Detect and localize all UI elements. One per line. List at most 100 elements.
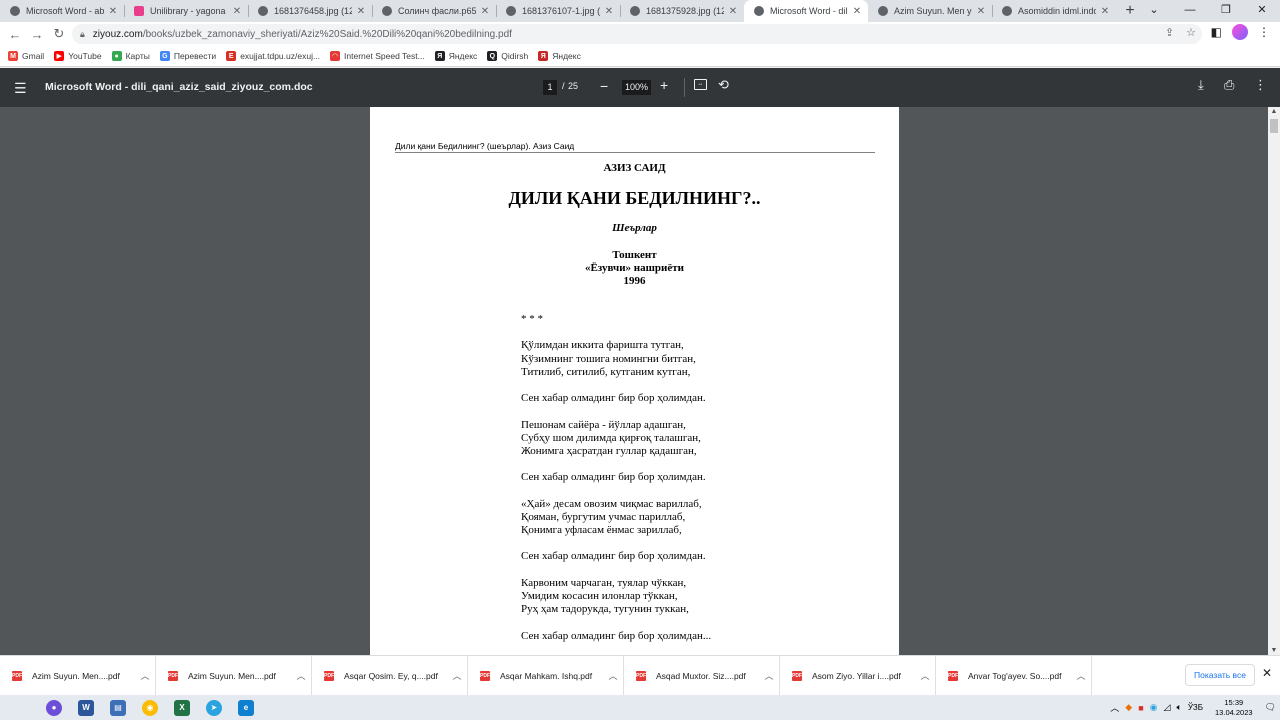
address-bar[interactable]: 🔒︎ ziyouz.com/books/uzbek_zamonaviy_sher… bbox=[72, 24, 1202, 44]
forward-icon[interactable]: → bbox=[26, 23, 48, 45]
chevron-up-icon[interactable]: ︿ bbox=[447, 669, 467, 682]
close-window-icon[interactable]: ✕ bbox=[1244, 0, 1280, 22]
show-all-button[interactable]: Показать все bbox=[1185, 664, 1255, 686]
download-item[interactable]: PDF Azim Suyun. Men....pdf ︿ bbox=[0, 655, 156, 696]
tray-chevron-icon[interactable]: ︿ bbox=[1110, 701, 1119, 714]
browser-tab[interactable]: 1681375928.jpg (1280 ✕ bbox=[620, 0, 744, 22]
chevron-up-icon[interactable]: ︿ bbox=[603, 669, 623, 682]
close-tab-icon[interactable]: ✕ bbox=[976, 6, 986, 17]
zoom-in-icon[interactable]: + bbox=[660, 77, 668, 93]
globe-icon bbox=[258, 6, 268, 16]
rotate-icon[interactable]: ⟲ bbox=[718, 77, 729, 93]
browser-tab[interactable]: Солинч фасли.p65 ✕ bbox=[372, 0, 496, 22]
close-tab-icon[interactable]: ✕ bbox=[604, 6, 614, 17]
poem-line: Титилиб, ситилиб, кутганим кутган, bbox=[521, 365, 691, 378]
chevron-up-icon[interactable]: ︿ bbox=[759, 669, 779, 682]
tab-title: Asomiddin idml.indd bbox=[1018, 6, 1096, 16]
close-tab-icon[interactable]: ✕ bbox=[728, 6, 738, 17]
book-author: АЗИЗ САИД bbox=[603, 162, 666, 174]
zoom-input[interactable]: 100% bbox=[622, 80, 651, 95]
bookmark-label: Qidirsh bbox=[501, 51, 529, 61]
poem-line: Сен хабар олмадинг бир бор ҳолимдан. bbox=[521, 392, 706, 405]
scroll-thumb[interactable] bbox=[1270, 119, 1278, 133]
omnibox-actions: ⇪ ☆ bbox=[1165, 26, 1196, 39]
bookmark-item[interactable]: Я Яндекс bbox=[434, 51, 477, 61]
tray-app-icon[interactable]: ■ bbox=[1138, 703, 1143, 713]
download-icon[interactable]: ⤓ bbox=[1198, 77, 1204, 93]
network-icon[interactable]: ◿ bbox=[1164, 702, 1171, 713]
chevron-up-icon[interactable]: ︿ bbox=[135, 669, 155, 682]
bookmark-item[interactable]: M Gmail bbox=[8, 51, 44, 61]
bookmark-star-icon[interactable]: ☆ bbox=[1186, 26, 1196, 39]
restore-icon[interactable]: ❐ bbox=[1208, 0, 1244, 22]
tray-app-icon[interactable]: ◉ bbox=[1150, 702, 1158, 713]
notifications-icon[interactable]: 🗨︎ bbox=[1265, 702, 1276, 713]
taskbar-app[interactable]: ● bbox=[38, 695, 70, 720]
browser-tab[interactable]: Azim Suyun. Men yerl ✕ bbox=[868, 0, 992, 22]
side-panel-icon[interactable]: ◧ bbox=[1211, 25, 1222, 39]
chevron-down-icon[interactable]: ⌄ bbox=[1136, 0, 1172, 22]
browser-tab[interactable]: Microsoft Word - dili_ ✕ bbox=[744, 0, 868, 22]
taskbar-app[interactable]: X bbox=[166, 695, 198, 720]
share-icon[interactable]: ⇪ bbox=[1165, 26, 1174, 39]
youtube-icon: ▶ bbox=[54, 51, 65, 61]
download-item[interactable]: PDF Asqar Mahkam. Ishq.pdf ︿ bbox=[468, 655, 624, 696]
more-actions-icon[interactable]: ⋮ bbox=[1254, 77, 1267, 93]
download-item[interactable]: PDF Asqar Qosim. Ey, q....pdf ︿ bbox=[312, 655, 468, 696]
bookmark-item[interactable]: Q Qidirsh bbox=[487, 51, 528, 61]
zoom-out-icon[interactable]: − bbox=[600, 78, 608, 94]
bookmark-item[interactable]: Я Яндекс bbox=[538, 51, 581, 61]
bookmark-item[interactable]: ◠ Internet Speed Test... bbox=[330, 51, 425, 61]
language-indicator[interactable]: ЎЗБ bbox=[1188, 703, 1203, 712]
browser-tab[interactable]: 1681376107-1.jpg (12 ✕ bbox=[496, 0, 620, 22]
bookmark-item[interactable]: ● Карты bbox=[111, 51, 150, 61]
bookmark-item[interactable]: Eexujjat.tdpu.uz/exuj... bbox=[226, 51, 320, 61]
minimize-icon[interactable]: — bbox=[1172, 0, 1208, 22]
chevron-up-icon[interactable]: ︿ bbox=[291, 669, 311, 682]
fit-page-icon[interactable]: ↔ bbox=[694, 79, 707, 90]
browser-tab[interactable]: 1681376458.jpg (1280 ✕ bbox=[248, 0, 372, 22]
taskbar-app[interactable]: e bbox=[230, 695, 262, 720]
download-item[interactable]: PDF Asom Ziyo. Yillar i....pdf ︿ bbox=[780, 655, 936, 696]
taskbar-app[interactable]: ◉ bbox=[134, 695, 166, 720]
volume-icon[interactable]: 🔈︎ bbox=[1176, 702, 1181, 713]
chevron-up-icon[interactable]: ︿ bbox=[1071, 669, 1091, 682]
menu-kebab-icon[interactable]: ⋮ bbox=[1258, 25, 1270, 39]
download-item[interactable]: PDF Anvar Tog'ayev. So....pdf ︿ bbox=[936, 655, 1092, 696]
url-text[interactable]: ziyouz.com/books/uzbek_zamonaviy_sheriya… bbox=[93, 29, 512, 40]
bookmark-item[interactable]: ▶ YouTube bbox=[54, 51, 102, 61]
pdf-viewer[interactable]: Дили қани Бедилнинг? (шеърлар). Азиз Саи… bbox=[0, 107, 1280, 655]
download-item[interactable]: PDF Azim Suyun. Men....pdf ︿ bbox=[156, 655, 312, 696]
close-shelf-icon[interactable]: ✕ bbox=[1262, 666, 1272, 680]
taskbar-app[interactable]: ▤ bbox=[102, 695, 134, 720]
scroll-down-icon[interactable]: ▼ bbox=[1268, 647, 1280, 654]
download-item[interactable]: PDF Asqad Muxtor. Siz....pdf ︿ bbox=[624, 655, 780, 696]
taskbar-app[interactable]: ➤ bbox=[198, 695, 230, 720]
profile-avatar[interactable] bbox=[1232, 24, 1248, 40]
close-tab-icon[interactable]: ✕ bbox=[356, 6, 366, 17]
yandex-icon: Я bbox=[434, 51, 445, 61]
close-tab-icon[interactable]: ✕ bbox=[1100, 6, 1110, 17]
back-icon[interactable]: ← bbox=[4, 23, 26, 45]
bookmark-item[interactable]: G Перевести bbox=[159, 51, 216, 61]
page-number-input[interactable]: 1 bbox=[543, 80, 557, 95]
clock[interactable]: 15:39 13.04.2023 bbox=[1215, 698, 1253, 718]
pdf-title: Microsoft Word - dili_qani_aziz_said_ziy… bbox=[45, 81, 313, 93]
tray-app-icon[interactable]: ◆ bbox=[1125, 702, 1132, 713]
print-icon[interactable]: ⎙ bbox=[1224, 77, 1234, 93]
close-tab-icon[interactable]: ✕ bbox=[480, 6, 490, 17]
menu-icon[interactable]: ☰ bbox=[14, 80, 27, 97]
close-tab-icon[interactable]: ✕ bbox=[852, 6, 862, 17]
vertical-scrollbar[interactable]: ▲ ▼ bbox=[1268, 107, 1280, 655]
lock-icon[interactable]: 🔒︎ bbox=[80, 29, 85, 40]
browser-tab[interactable]: Microsoft Word - abid ✕ bbox=[0, 0, 124, 22]
chevron-up-icon[interactable]: ︿ bbox=[915, 669, 935, 682]
exujjat-icon: E bbox=[226, 51, 237, 61]
browser-tab[interactable]: Unilibrary - yagona ele ✕ bbox=[124, 0, 248, 22]
scroll-up-icon[interactable]: ▲ bbox=[1268, 108, 1280, 115]
taskbar-app[interactable]: W bbox=[70, 695, 102, 720]
reload-icon[interactable]: ↻ bbox=[48, 23, 70, 45]
browser-tab[interactable]: Asomiddin idml.indd ✕ bbox=[992, 0, 1116, 22]
close-tab-icon[interactable]: ✕ bbox=[108, 6, 118, 17]
close-tab-icon[interactable]: ✕ bbox=[232, 6, 242, 17]
